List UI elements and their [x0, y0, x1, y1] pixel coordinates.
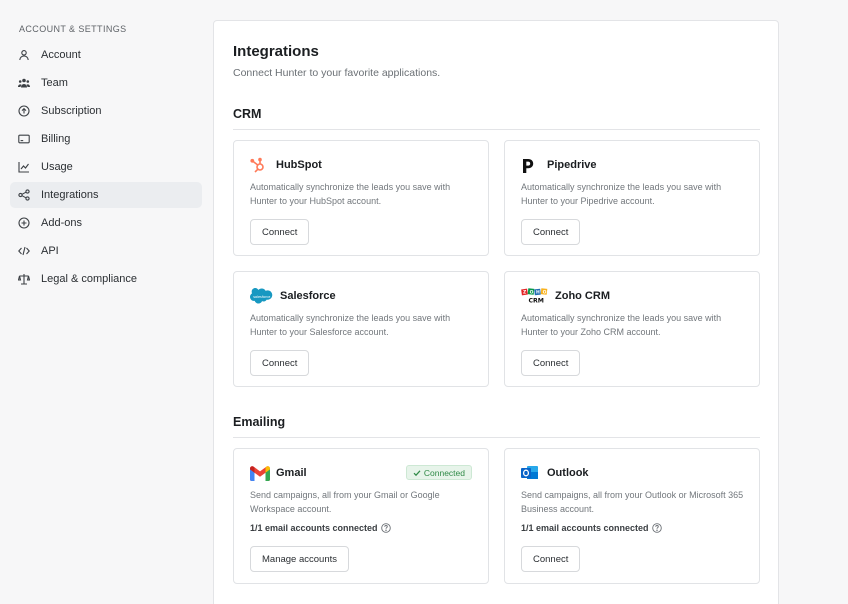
integration-card-gmail: Gmail Connected Send campaigns, all from…	[233, 448, 489, 584]
sidebar-item-label: Add-ons	[41, 217, 82, 229]
gmail-logo	[250, 464, 272, 482]
check-icon	[413, 469, 421, 476]
svg-text:O: O	[543, 289, 547, 295]
sidebar-item-label: Subscription	[41, 105, 102, 117]
card-description: Automatically synchronize the leads you …	[521, 182, 722, 206]
pipedrive-logo	[521, 156, 543, 174]
card-header: Z O H O CRM Zoho CRM	[521, 287, 610, 305]
outlook-logo	[521, 464, 543, 482]
card-description: Automatically synchronize the leads you …	[250, 313, 451, 337]
card-description: Send campaigns, all from your Gmail or G…	[250, 490, 440, 514]
sidebar-item-usage[interactable]: Usage	[10, 154, 202, 180]
sidebar-item-subscription[interactable]: Subscription	[10, 98, 202, 124]
section-divider	[233, 129, 760, 130]
salesforce-logo: salesforce	[250, 287, 276, 305]
sidebar-item-label: API	[41, 245, 59, 257]
card-header: salesforce Salesforce	[250, 287, 336, 305]
card-description: Automatically synchronize the leads you …	[521, 313, 722, 337]
card-title: Gmail	[276, 467, 307, 479]
usage-chart-icon	[18, 161, 30, 173]
section-title-emailing: Emailing	[233, 415, 286, 429]
sidebar-item-legal[interactable]: Legal & compliance	[10, 266, 202, 292]
integrations-icon	[18, 189, 30, 201]
card-header: Outlook	[521, 464, 589, 482]
page-title: Integrations	[233, 43, 319, 60]
help-icon[interactable]	[380, 523, 391, 533]
page-subtitle: Connect Hunter to your favorite applicat…	[233, 67, 441, 79]
integration-card-pipedrive: Pipedrive Automatically synchronize the …	[504, 140, 760, 256]
card-description: Send campaigns, all from your Outlook or…	[521, 490, 744, 514]
sidebar-item-add-ons[interactable]: Add-ons	[10, 210, 202, 236]
status-text: 1/1 email accounts connected	[250, 523, 378, 533]
manage-accounts-button[interactable]: Manage accounts	[250, 546, 349, 572]
svg-text:salesforce: salesforce	[253, 295, 270, 299]
card-title: Salesforce	[280, 290, 336, 302]
card-title: Outlook	[547, 467, 589, 479]
sidebar-item-team[interactable]: Team	[10, 70, 202, 96]
integration-card-zoho: Z O H O CRM Zoho CRM Automatically synchroni…	[504, 271, 760, 387]
integrations-panel: Integrations Connect Hunter to your favo…	[213, 20, 779, 604]
card-description: Automatically synchronize the leads you …	[250, 182, 451, 206]
scale-icon	[18, 273, 30, 285]
team-icon	[18, 77, 30, 89]
sidebar-item-label: Account	[41, 49, 81, 61]
card-header: HubSpot	[250, 156, 322, 174]
connected-badge: Connected	[405, 465, 472, 480]
user-icon	[18, 49, 30, 61]
hubspot-logo	[250, 156, 272, 174]
connect-salesforce-button[interactable]: Connect	[250, 350, 310, 376]
connect-outlook-button[interactable]: Connect	[521, 546, 581, 572]
billing-icon	[18, 133, 30, 145]
connect-zoho-button[interactable]: Connect	[521, 350, 581, 376]
sidebar-item-label: Integrations	[41, 189, 99, 201]
section-divider	[233, 437, 760, 438]
section-title-crm: CRM	[233, 107, 262, 121]
help-icon[interactable]	[651, 523, 662, 533]
svg-text:CRM: CRM	[529, 298, 544, 305]
connected-accounts-status: 1/1 email accounts connected	[250, 523, 391, 533]
sidebar-item-account[interactable]: Account	[10, 42, 202, 68]
badge-label: Connected	[423, 467, 465, 478]
integration-card-salesforce: salesforce Salesforce Automatically sync…	[233, 271, 489, 387]
svg-text:O: O	[530, 289, 534, 295]
status-text: 1/1 email accounts connected	[521, 523, 649, 533]
sidebar-item-label: Usage	[41, 161, 73, 173]
settings-sidebar: ACCOUNT & SETTINGS Account Team Subscrip…	[0, 0, 210, 604]
add-ons-icon	[18, 217, 30, 229]
sidebar-item-integrations[interactable]: Integrations	[10, 182, 202, 208]
sidebar-item-label: Team	[41, 77, 68, 89]
settings-nav: Account Team Subscription Billing Usage	[10, 42, 202, 294]
integration-card-outlook: Outlook Send campaigns, all from your Ou…	[504, 448, 760, 584]
card-header: Gmail	[250, 464, 307, 482]
sidebar-item-label: Legal & compliance	[41, 273, 138, 285]
card-title: Zoho CRM	[555, 290, 610, 302]
sidebar-heading: ACCOUNT & SETTINGS	[19, 24, 127, 34]
connect-hubspot-button[interactable]: Connect	[250, 219, 310, 245]
sidebar-item-api[interactable]: API	[10, 238, 202, 264]
sidebar-item-label: Billing	[41, 133, 71, 145]
zoho-logo: Z O H O CRM	[521, 287, 551, 305]
code-icon	[18, 245, 30, 257]
integration-card-hubspot: HubSpot Automatically synchronize the le…	[233, 140, 489, 256]
svg-text:H: H	[536, 290, 540, 296]
connected-accounts-status: 1/1 email accounts connected	[521, 523, 662, 533]
connect-pipedrive-button[interactable]: Connect	[521, 219, 581, 245]
card-title: Pipedrive	[547, 159, 597, 171]
card-header: Pipedrive	[521, 156, 597, 174]
sidebar-item-billing[interactable]: Billing	[10, 126, 202, 152]
subscription-icon	[18, 105, 30, 117]
card-title: HubSpot	[276, 159, 322, 171]
